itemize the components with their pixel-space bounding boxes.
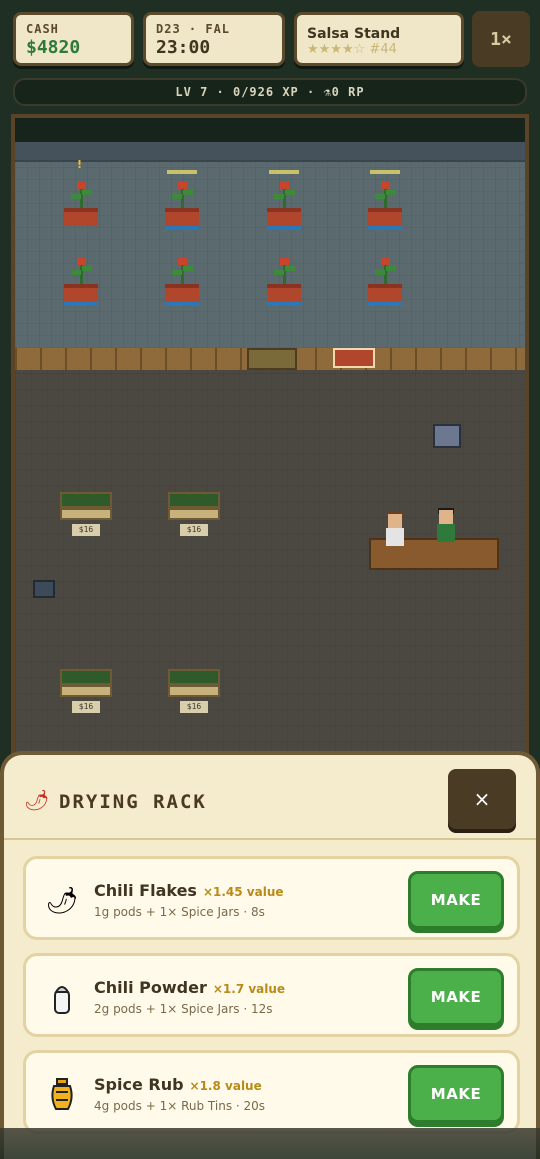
plant-pot[interactable] <box>366 254 404 312</box>
alert-mark: ! <box>77 158 83 171</box>
make-button[interactable]: MAKE <box>408 968 504 1026</box>
price-tag: $16 <box>180 524 208 536</box>
drying-rack[interactable]: $16 <box>168 492 220 540</box>
recipe-card: Spice Rub ×1.8 value 4g pods + 1× Rub Tin… <box>23 1050 520 1134</box>
back-wall <box>15 142 525 162</box>
panel-title: DRYING RACK <box>59 791 207 813</box>
panel-header: 🌶 DRYING RACK × <box>4 755 536 840</box>
date-card: D23 · FAL 23:00 <box>143 12 285 66</box>
drying-rack[interactable]: $16 <box>60 669 112 717</box>
value-multiplier: ×1.45 value <box>202 885 284 899</box>
recipe-name-row: Chili Powder ×1.7 value <box>94 978 285 997</box>
recipe-requirements: 2g pods + 1× Spice Jars · 12s <box>94 1002 273 1016</box>
shop-card[interactable]: Salsa Stand ★★★★☆ #44 <box>294 12 464 66</box>
recipe-name-row: Chili Flakes ×1.45 value <box>94 881 284 900</box>
make-button[interactable]: MAKE <box>408 871 504 929</box>
recipe-card: 🌶 Chili Flakes ×1.45 value 1g pods + 1× S… <box>23 856 520 940</box>
shop-name: Salsa Stand <box>307 26 401 42</box>
price-tag: $16 <box>72 701 100 713</box>
chili-pepper-icon: 🌶 <box>24 788 50 812</box>
recipe-card: Chili Powder ×1.7 value 2g pods + 1× Spic… <box>23 953 520 1037</box>
plant-pot[interactable] <box>163 254 201 312</box>
plant-pot[interactable]: ! <box>62 158 100 236</box>
drying-rack-panel: 🌶 DRYING RACK × 🌶 Chili Flakes ×1.45 valu… <box>0 751 540 1159</box>
speed-button[interactable]: 1× <box>472 11 530 67</box>
price-tag: $16 <box>72 524 100 536</box>
top-hud: CASH $4820 D23 · FAL 23:00 Salsa Stand ★… <box>0 0 540 112</box>
cash-card: CASH $4820 <box>13 12 134 66</box>
xp-bar: LV 7 · 0/926 XP · ⚗0 RP <box>13 78 527 106</box>
salt-shaker-icon <box>42 978 82 1018</box>
cash-value: $4820 <box>26 37 81 58</box>
recipe-requirements: 1g pods + 1× Spice Jars · 8s <box>94 905 265 919</box>
greenhouse-gate[interactable] <box>247 348 297 370</box>
shop-stars: ★★★★☆ <box>307 42 366 57</box>
close-button[interactable]: × <box>448 769 516 829</box>
shop-rating: ★★★★☆ #44 <box>307 42 397 57</box>
recipe-name: Chili Powder <box>94 978 207 997</box>
recipe-requirements: 4g pods + 1× Rub Tins · 20s <box>94 1099 266 1113</box>
drying-rack[interactable]: $16 <box>168 669 220 717</box>
amphora-icon <box>42 1075 82 1115</box>
game-scene[interactable]: ! $16 $16 $16 $16 <box>11 114 529 774</box>
customer-character <box>384 512 406 548</box>
plant-pot[interactable] <box>265 170 303 236</box>
plant-pot[interactable] <box>265 254 303 312</box>
recipe-name-row: Spice Rub ×1.8 value <box>94 1075 262 1094</box>
safe-icon[interactable] <box>33 580 55 598</box>
price-tag: $16 <box>180 701 208 713</box>
plant-pot[interactable] <box>163 170 201 236</box>
menu-sign[interactable] <box>333 348 375 368</box>
value-multiplier: ×1.7 value <box>212 982 286 996</box>
make-button[interactable]: MAKE <box>408 1065 504 1123</box>
time-value: 23:00 <box>156 37 211 58</box>
cash-label: CASH <box>26 22 59 36</box>
drying-rack[interactable]: $16 <box>60 492 112 540</box>
value-multiplier: ×1.8 value <box>189 1079 262 1093</box>
recipe-name: Chili Flakes <box>94 881 197 900</box>
plant-pot[interactable] <box>62 254 100 312</box>
bottom-fade <box>0 1128 540 1159</box>
plant-pot[interactable] <box>366 170 404 236</box>
chili-pepper-icon: 🌶 <box>45 886 79 916</box>
recipe-name: Spice Rub <box>94 1075 184 1094</box>
top-wall <box>15 118 525 142</box>
shop-rank: #44 <box>369 42 397 57</box>
shopkeeper-character <box>435 508 457 544</box>
date-label: D23 · FAL <box>156 22 231 36</box>
tv-icon[interactable] <box>433 424 461 448</box>
